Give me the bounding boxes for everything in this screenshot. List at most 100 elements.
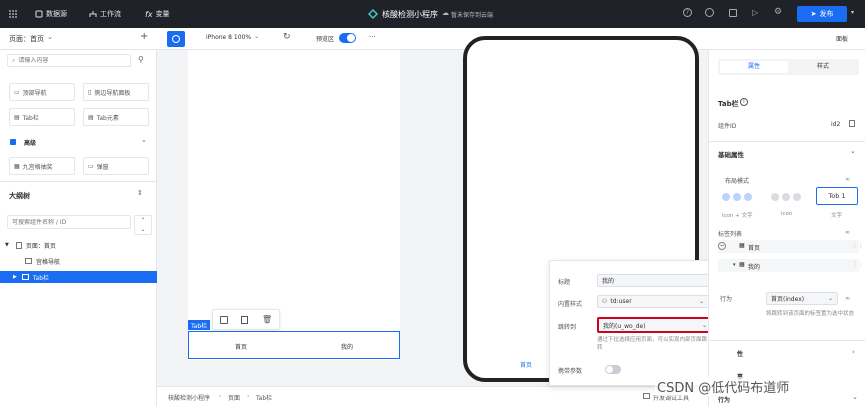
component-side-nav[interactable]: ▯ 侧边导航面板 [83, 83, 149, 101]
component-label: Tab栏 [22, 114, 39, 122]
breadcrumb-page[interactable]: 页面 [228, 393, 240, 402]
outline-title: 大纲树 [9, 192, 30, 200]
drag-handle-icon[interactable]: ⋮⋮ [852, 261, 864, 268]
tree-row-grid-nav[interactable]: 宫格导航 [0, 255, 157, 267]
component-label: Tab元素 [96, 114, 119, 122]
panel-label[interactable]: 面板 [836, 34, 848, 43]
breadcrumb-sep: › [247, 393, 250, 400]
add-page-icon[interactable]: + [140, 31, 148, 42]
section-chevron-icon[interactable]: › [852, 348, 855, 356]
link-icon[interactable]: ∞ [845, 295, 850, 302]
grid-icon: ▦ [739, 261, 745, 268]
component-lottery[interactable]: ▦ 九宫格抽奖 [9, 157, 75, 175]
component-icon [21, 274, 29, 280]
dot-icon [782, 193, 790, 201]
divider [709, 141, 865, 142]
drag-handle-icon[interactable]: ⋮⋮ [852, 242, 864, 249]
save-icon[interactable] [220, 316, 228, 324]
component-toolbar: 🗑 [212, 309, 280, 330]
cloud-icon: ☁ [442, 9, 449, 17]
save-icon[interactable] [729, 9, 737, 17]
help-icon[interactable]: ? [683, 8, 692, 17]
phone-tab-home[interactable]: 首页 [520, 360, 532, 369]
devtools-icon[interactable] [643, 393, 650, 399]
advanced-chevron-icon[interactable]: ⌄ [141, 136, 147, 144]
layout-option-icon-text[interactable] [718, 189, 756, 205]
user-icon: ⚇ [602, 298, 608, 305]
nav-workflow[interactable]: 工作流 [89, 9, 121, 19]
compass-icon [172, 35, 180, 43]
device-selector[interactable]: iPhone 8 100% [206, 34, 251, 41]
breadcrumb: 核酸检测小程序 › 页面 › Tab栏 开发调试工具 [157, 386, 708, 406]
component-top-nav[interactable]: ▭ 顶部导航 [9, 83, 75, 101]
side-nav-icon: ▯ [88, 88, 92, 96]
jump-select[interactable]: 我的(u_wo_de) ⌄ [597, 317, 713, 333]
component-label: 弹窗 [96, 163, 109, 171]
chevron-down-icon: ⌄ [698, 298, 704, 305]
publish-label: 发布 [819, 10, 834, 18]
title-value: 我的 [602, 278, 615, 285]
publish-button[interactable]: ➤ 发布 [797, 6, 847, 22]
popup-icon: ▭ [88, 162, 94, 170]
page-select-value: 首页(index) [771, 296, 805, 303]
user-filter-icon[interactable]: ⚲ [138, 55, 144, 64]
list-item-mine[interactable]: ▾ ▦ 我的 ⋮⋮ [718, 259, 864, 272]
jump-label: 跳转到 [558, 324, 577, 331]
nav-variable-label: 变量 [155, 10, 170, 18]
title-input[interactable]: 我的 [597, 274, 709, 287]
mode-toggle-button[interactable] [167, 31, 185, 47]
page-select[interactable]: 首页(index) ⌄ [766, 292, 838, 305]
nav-datasource[interactable]: 数据源 [35, 9, 67, 19]
breadcrumb-app[interactable]: 核酸检测小程序 [168, 393, 210, 402]
style-select[interactable]: ⚇ td:user ⌄ [597, 295, 709, 308]
dot-icon [733, 193, 741, 201]
preview-toggle[interactable] [339, 33, 356, 43]
layout-tab-button[interactable]: Tob 1 [816, 187, 858, 205]
caret-right-icon: ▶ [13, 274, 17, 280]
param-label: 携带参数 [558, 368, 583, 375]
device-chevron-icon[interactable]: ⌄ [254, 33, 259, 40]
component-search-input[interactable] [18, 57, 119, 64]
tab-style[interactable]: 样式 [789, 61, 857, 73]
tree-row-tabbar[interactable]: ▶ Tab栏 [0, 271, 157, 283]
play-icon[interactable]: ▷ [752, 8, 758, 17]
tab-mine[interactable]: 我的 [341, 342, 353, 351]
info-icon[interactable]: i [740, 98, 748, 106]
basic-chevron-icon[interactable]: ⌄ [850, 147, 856, 155]
publish-dropdown-icon[interactable]: ▾ [851, 9, 854, 16]
list-item-home[interactable]: − ▦ 首页 ⋮⋮ [718, 240, 864, 253]
component-tabbar[interactable]: ▤ Tab栏 [9, 108, 75, 126]
expand-all-icon[interactable]: ⌃ ⌄ [134, 215, 152, 235]
copy-id-icon[interactable] [849, 120, 855, 127]
dot-icon [744, 193, 752, 201]
component-popup[interactable]: ▭ 弹窗 [83, 157, 149, 175]
breadcrumb-tabbar[interactable]: Tab栏 [256, 393, 272, 402]
param-toggle[interactable] [605, 365, 621, 374]
copy-icon[interactable] [241, 316, 248, 324]
apps-grid-icon[interactable] [9, 10, 17, 18]
component-label: 九宫格抽奖 [22, 163, 53, 171]
refresh-icon[interactable]: ↻ [283, 32, 291, 42]
component-tab-element[interactable]: ▤ Tab元素 [83, 108, 149, 126]
link-icon[interactable]: ∞ [845, 176, 850, 183]
outline-collapse-icon[interactable]: ⇕ [137, 189, 143, 197]
remove-icon[interactable]: − [718, 242, 726, 250]
more-icon[interactable]: ··· [369, 33, 376, 41]
link-icon[interactable]: ∞ [845, 229, 850, 236]
history-icon[interactable] [705, 8, 714, 17]
settings-icon[interactable]: ⚙ [774, 7, 782, 17]
tab-properties[interactable]: 属性 [720, 61, 788, 73]
outline-search-input[interactable] [12, 218, 122, 226]
section-chevron-icon[interactable]: ⌄ [852, 393, 858, 401]
tab-home[interactable]: 首页 [235, 342, 247, 351]
tree-row-page[interactable]: ▼ 页面：首页 [0, 239, 157, 251]
tabbar-component[interactable]: 首页 我的 [188, 331, 400, 359]
top-nav-icon: ▭ [14, 88, 20, 96]
layout-option-icon[interactable] [767, 189, 805, 205]
layout-label: 布局模式 [725, 178, 750, 185]
nav-variable[interactable]: fx 变量 [145, 9, 170, 19]
chevron-down-icon[interactable]: ⌄ [47, 33, 53, 41]
page-selector[interactable]: 页面：首页 [9, 34, 44, 44]
tabbar-tag: Tab栏 [188, 320, 211, 330]
delete-icon[interactable]: 🗑 [262, 315, 272, 324]
